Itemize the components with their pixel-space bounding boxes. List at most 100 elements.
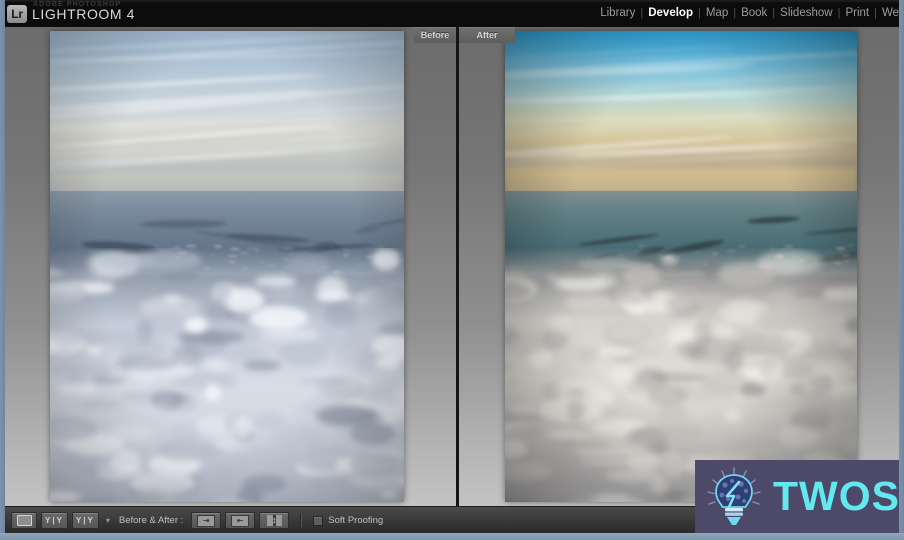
survey-view-label: Y|Y — [75, 515, 95, 525]
module-map[interactable]: Map — [701, 7, 733, 19]
cloud-puff — [580, 458, 656, 466]
cloud-puff — [544, 429, 587, 439]
lightroom-logo-badge: Lr — [7, 5, 27, 23]
cloud-puff — [510, 426, 542, 437]
brand-title: LIGHTROOM 4 — [32, 6, 136, 22]
cloud-puff — [724, 349, 744, 373]
module-slideshow[interactable]: Slideshow — [775, 7, 837, 19]
module-library[interactable]: Library — [595, 7, 640, 19]
cloud-puff — [185, 316, 207, 334]
cloud-puff — [505, 438, 527, 459]
cloud-puff — [82, 467, 121, 475]
cloud-puff — [505, 377, 519, 388]
cloud-puff — [563, 294, 627, 311]
cloud-puff — [293, 454, 341, 471]
arrow-left-icon: ⇤ — [231, 514, 250, 527]
after-tab-label[interactable]: After — [459, 27, 515, 43]
cloud-puff — [588, 391, 614, 407]
cloud-puff — [204, 384, 222, 402]
cloud-puff — [285, 254, 329, 275]
city-texture — [185, 245, 196, 247]
cloud-puff — [758, 355, 776, 380]
before-cloud-layer — [50, 247, 404, 502]
cloud-puff — [270, 424, 324, 450]
top-bar-sheen — [0, 0, 904, 3]
cloud-puff — [148, 312, 181, 322]
cirrus-streak — [50, 73, 326, 94]
before-photo[interactable] — [50, 31, 404, 502]
cloud-puff — [625, 377, 663, 396]
cloud-puff — [682, 292, 703, 307]
develop-work-area: Before After — [5, 27, 899, 506]
cloud-puff — [83, 329, 140, 344]
cloud-puff — [395, 433, 404, 440]
cloud-puff — [604, 469, 661, 482]
cloud-puff — [687, 345, 708, 357]
survey-view-icon[interactable]: Y|Y — [71, 512, 99, 529]
module-develop[interactable]: Develop — [643, 7, 698, 19]
compare-view-label: Y|Y — [45, 515, 64, 525]
module-print[interactable]: Print — [840, 7, 874, 19]
compare-view-icon[interactable]: Y|Y — [41, 512, 68, 529]
cloud-puff — [314, 405, 378, 425]
lightroom-window: Lr ADOBE PHOTOSHOP LIGHTROOM 4 Library | D… — [0, 0, 904, 540]
cloud-puff — [349, 454, 401, 477]
soft-proofing-checkbox[interactable] — [313, 515, 324, 526]
toolbar-divider — [300, 514, 303, 527]
cloud-puff — [661, 256, 678, 265]
after-photo[interactable] — [505, 31, 857, 502]
cloud-puff — [79, 399, 123, 409]
loupe-rect-icon — [16, 515, 32, 526]
window-border-bottom — [0, 533, 904, 540]
cloud-puff — [844, 431, 857, 458]
watermark-text: TWOS — [773, 473, 899, 519]
cloud-puff — [505, 361, 512, 372]
cloud-puff — [800, 390, 832, 416]
loupe-view-icon[interactable] — [11, 512, 37, 529]
cloud-puff — [136, 318, 154, 344]
cloud-puff — [127, 250, 203, 271]
arrow-right-icon: ⇥ — [197, 514, 216, 527]
view-menu-caret-icon[interactable]: ▾ — [106, 516, 110, 525]
cloud-puff — [214, 283, 232, 306]
before-tab-label[interactable]: Before — [414, 27, 456, 43]
copy-after-to-before-button[interactable]: ⇥ — [191, 512, 222, 529]
pane-divider — [456, 27, 459, 506]
swap-vertical-icon: ↕ — [266, 515, 282, 526]
soft-proofing-label: Soft Proofing — [328, 515, 384, 526]
cloud-puff — [261, 327, 322, 342]
after-photo-canvas — [505, 31, 857, 502]
cloud-puff — [845, 317, 857, 333]
cloud-puff — [371, 248, 401, 270]
cloud-puff — [161, 271, 198, 280]
before-after-tabs: Before After — [414, 27, 515, 43]
copy-before-to-after-button[interactable]: ⇤ — [225, 512, 256, 529]
cloud-puff — [203, 359, 229, 371]
cloud-puff — [398, 410, 404, 421]
swap-before-after-button[interactable]: ↕ — [259, 512, 290, 529]
cloud-puff — [739, 382, 766, 396]
soft-proofing-toggle[interactable]: Soft Proofing — [313, 515, 383, 526]
cloud-puff — [582, 408, 605, 434]
cloud-puff — [323, 302, 356, 328]
window-border-right — [899, 0, 904, 540]
twos-watermark: TWOS — [695, 460, 899, 533]
cloud-puff — [577, 257, 641, 271]
cloud-puff — [725, 407, 742, 424]
landmass — [359, 213, 404, 230]
landmass — [747, 215, 801, 225]
cloud-puff — [254, 412, 286, 429]
cirrus-streak — [50, 33, 381, 55]
cloud-puff — [359, 287, 386, 314]
cloud-puff — [540, 278, 558, 287]
lightbulb-icon — [703, 466, 765, 528]
cloud-puff — [553, 440, 610, 449]
cloud-puff — [754, 305, 800, 331]
module-book[interactable]: Book — [736, 7, 772, 19]
top-identity-bar: Lr ADOBE PHOTOSHOP LIGHTROOM 4 Library | D… — [0, 0, 904, 27]
cloud-puff — [131, 469, 195, 496]
cloud-puff — [380, 490, 398, 498]
cloud-puff — [794, 304, 825, 320]
cloud-puff — [780, 359, 814, 379]
cloud-puff — [661, 451, 685, 478]
